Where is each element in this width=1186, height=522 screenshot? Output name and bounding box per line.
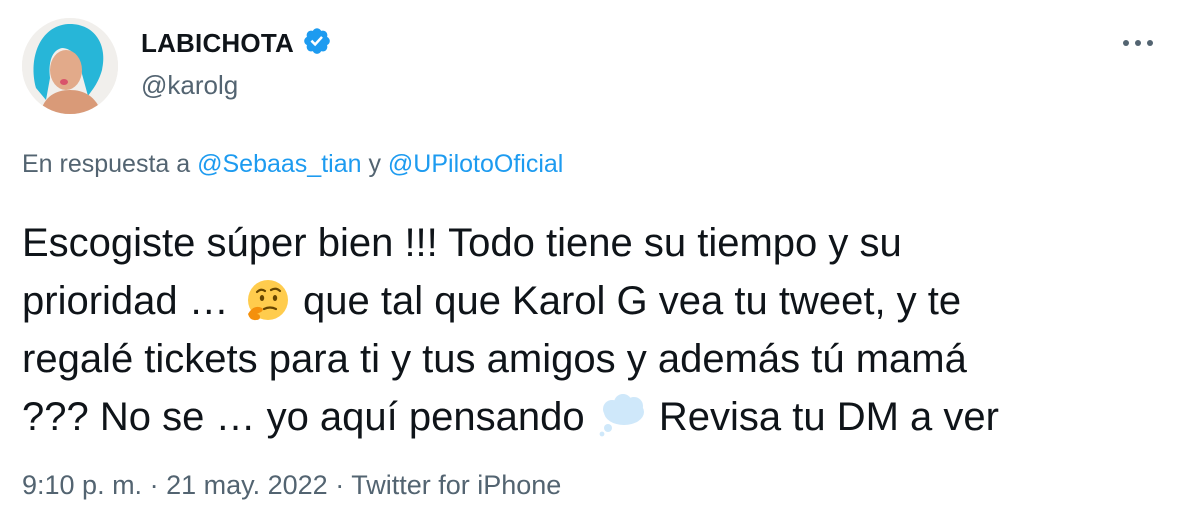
meta-separator: · [142, 470, 167, 500]
reply-mention-link[interactable]: @Sebaas_tian [197, 150, 361, 178]
tweet-date-link[interactable]: 21 may. 2022 [166, 470, 328, 500]
thought-balloon-emoji-icon [596, 394, 648, 438]
meta-separator: · [327, 470, 352, 500]
thinking-face-emoji-icon [240, 278, 292, 322]
reply-connector: y [361, 150, 388, 178]
author-name-row[interactable]: LABICHOTA [141, 26, 332, 61]
tweet-text: Escogiste súper bien !!! Todo tiene su t… [22, 214, 1142, 446]
reply-mention-link[interactable]: @UPilotoOficial [388, 150, 563, 178]
display-name[interactable]: LABICHOTA [141, 28, 294, 59]
tweet-time-link[interactable]: 9:10 p. m. [22, 470, 142, 500]
tweet-metadata: 9:10 p. m. · 21 may. 2022 · Twitter for … [22, 470, 561, 501]
verified-badge-icon [302, 26, 332, 61]
avatar[interactable] [22, 18, 118, 114]
reply-context: En respuesta a @Sebaas_tian y @UPilotoOf… [22, 150, 563, 179]
more-options-icon[interactable] [1118, 28, 1158, 58]
author-handle[interactable]: @karolg [141, 70, 238, 101]
tweet-source-link[interactable]: Twitter for iPhone [351, 470, 561, 500]
tweet-text-part: Revisa tu DM a ver [647, 395, 999, 439]
reply-prefix: En respuesta a [22, 150, 198, 178]
